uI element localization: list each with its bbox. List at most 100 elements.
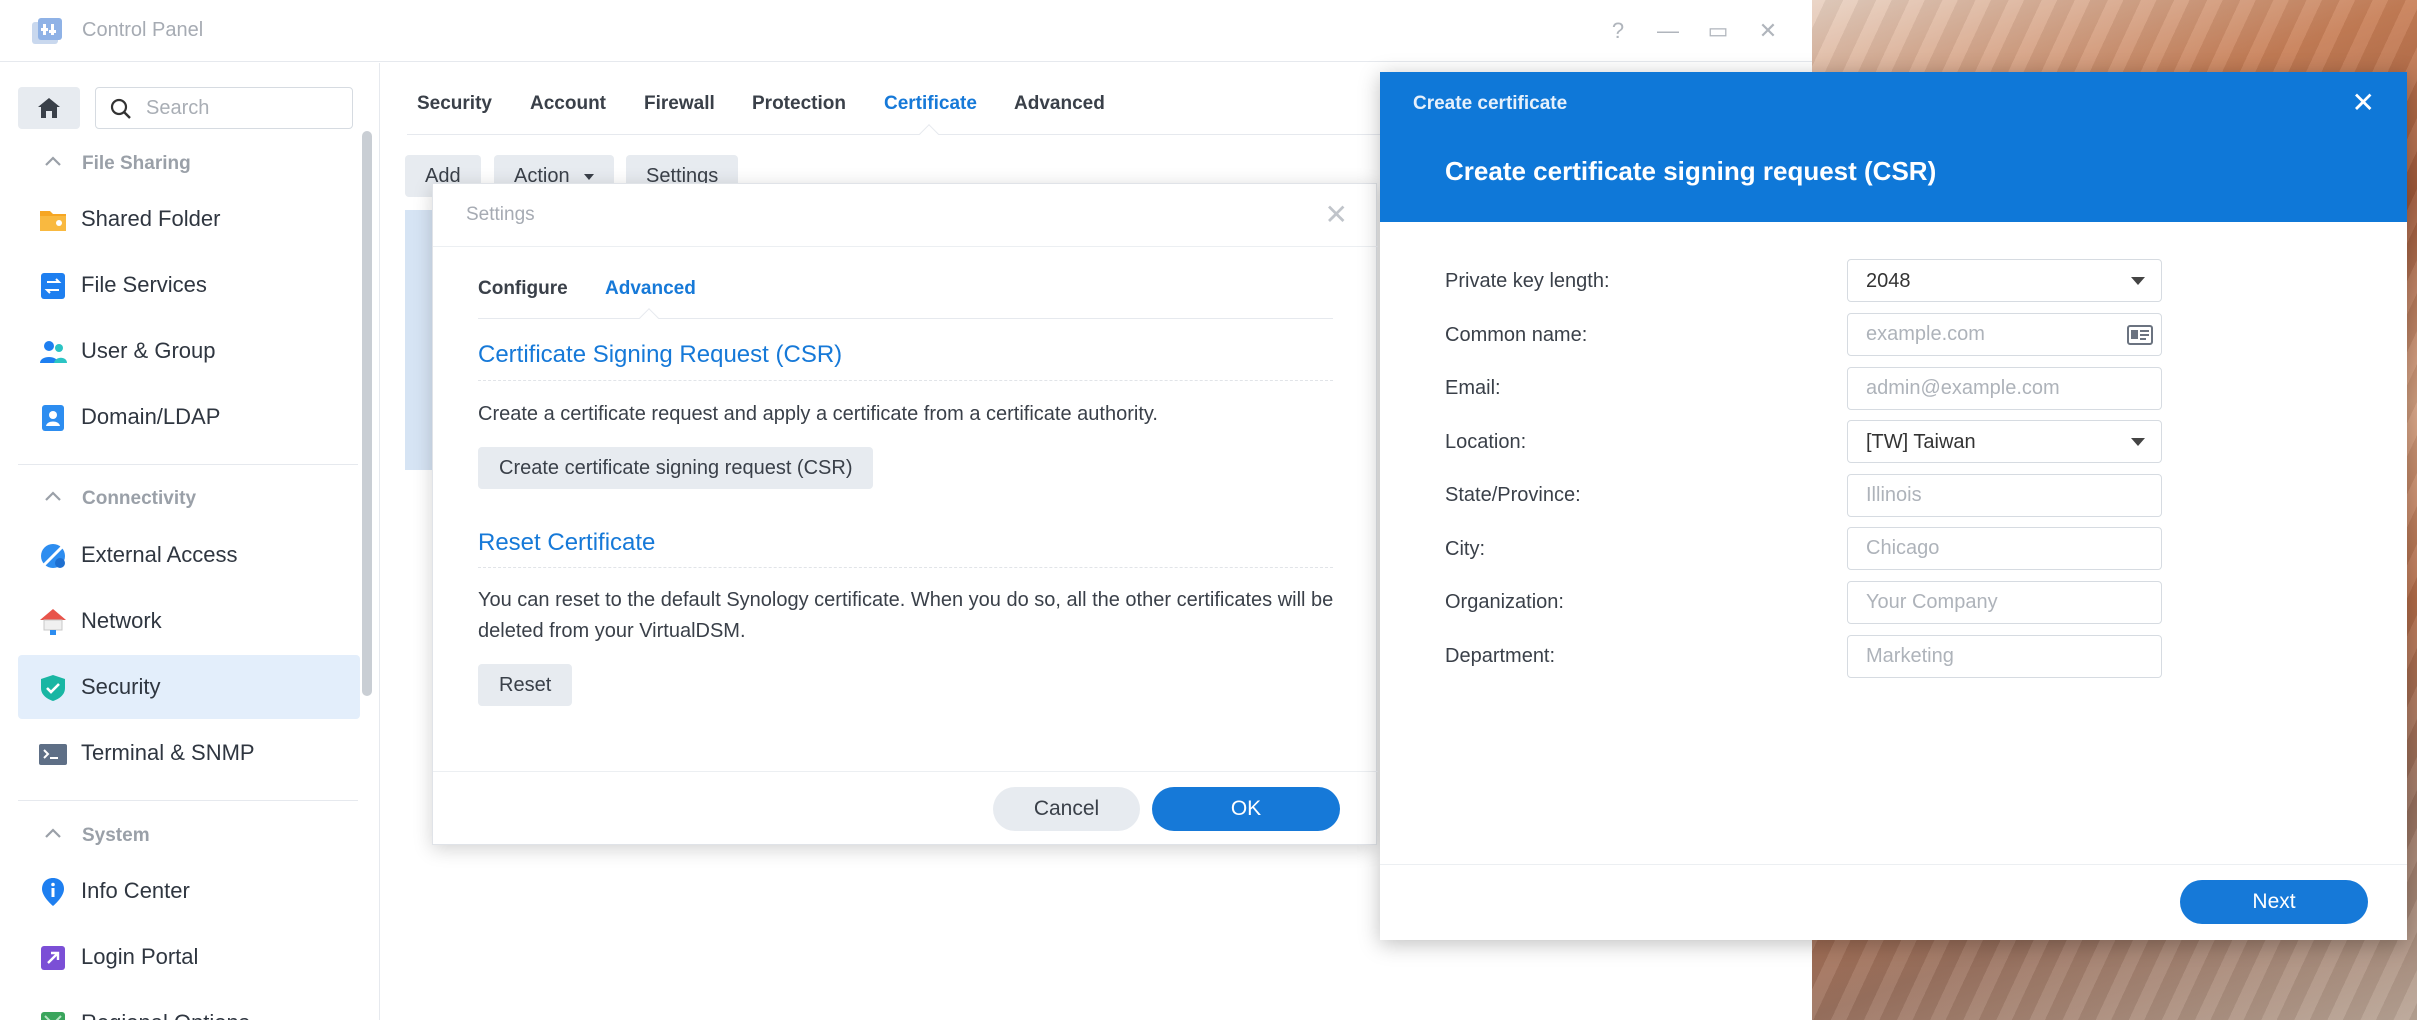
city-field bbox=[1847, 527, 2162, 570]
section-divider bbox=[478, 380, 1333, 381]
sidebar-item-label: Regional Options bbox=[81, 1010, 250, 1020]
search-icon bbox=[110, 98, 131, 119]
city-input[interactable] bbox=[1848, 528, 2161, 569]
sidebar-item-label: Login Portal bbox=[81, 944, 199, 969]
reset-certificate-heading: Reset Certificate bbox=[478, 529, 656, 556]
tab-configure[interactable]: Configure bbox=[478, 278, 568, 300]
tab-divider bbox=[407, 134, 1387, 135]
search-input[interactable] bbox=[146, 88, 346, 128]
sidebar-item-label: User & Group bbox=[81, 338, 216, 363]
sidebar-item-domain-ldap[interactable]: Domain/LDAP bbox=[18, 385, 360, 449]
cancel-button[interactable]: Cancel bbox=[993, 787, 1140, 831]
close-window-button[interactable]: ✕ bbox=[1753, 16, 1783, 46]
sidebar-item-terminal-snmp[interactable]: Terminal & SNMP bbox=[18, 721, 360, 785]
tab-account[interactable]: Account bbox=[530, 93, 606, 115]
help-button[interactable]: ? bbox=[1603, 16, 1633, 46]
email-input[interactable] bbox=[1848, 368, 2161, 409]
create-csr-button[interactable]: Create certificate signing request (CSR) bbox=[478, 447, 874, 489]
group-label: Connectivity bbox=[82, 488, 197, 509]
section-divider bbox=[478, 567, 1333, 568]
window-titlebar: Control Panel ? — ▭ ✕ bbox=[0, 0, 1812, 62]
tab-advanced[interactable]: Advanced bbox=[1014, 93, 1105, 115]
sidebar-item-shared-folder[interactable]: Shared Folder bbox=[18, 187, 360, 251]
dialog-divider bbox=[433, 246, 1378, 247]
sidebar-item-label: Shared Folder bbox=[81, 206, 221, 231]
sidebar-item-info-center[interactable]: Info Center bbox=[18, 859, 360, 923]
tab-protection[interactable]: Protection bbox=[752, 93, 846, 115]
location-label: Location: bbox=[1445, 431, 1527, 453]
csr-heading: Certificate Signing Request (CSR) bbox=[478, 341, 843, 368]
reset-button[interactable]: Reset bbox=[478, 664, 573, 706]
state-label: State/Province: bbox=[1445, 484, 1581, 506]
key-length-value: 2048 bbox=[1866, 270, 1911, 292]
email-label: Email: bbox=[1445, 377, 1501, 399]
settings-dialog-title: Settings bbox=[466, 204, 535, 225]
location-select[interactable]: [TW] Taiwan bbox=[1847, 420, 2162, 463]
control-panel-logo-icon bbox=[32, 18, 62, 44]
organization-input[interactable] bbox=[1848, 582, 2161, 623]
key-length-label: Private key length: bbox=[1445, 270, 1610, 292]
home-icon bbox=[38, 98, 60, 118]
group-label: File Sharing bbox=[82, 153, 191, 174]
sidebar-divider bbox=[18, 464, 358, 465]
csr-wizard-heading: Create certificate signing request (CSR) bbox=[1445, 156, 1937, 186]
sidebar-item-label: Terminal & SNMP bbox=[81, 740, 255, 765]
contact-card-icon[interactable] bbox=[2127, 324, 2153, 346]
common-name-label: Common name: bbox=[1445, 324, 1588, 346]
sidebar-item-file-services[interactable]: File Services bbox=[18, 253, 360, 317]
tab-security[interactable]: Security bbox=[417, 93, 492, 115]
certificate-list-background bbox=[405, 210, 435, 470]
sidebar-item-user-group[interactable]: User & Group bbox=[18, 319, 360, 383]
common-name-input[interactable] bbox=[1848, 314, 2161, 355]
search-box[interactable] bbox=[95, 87, 353, 129]
sidebar-item-security[interactable]: Security bbox=[18, 655, 360, 719]
user-group-icon bbox=[40, 341, 67, 363]
ok-button[interactable]: OK bbox=[1152, 787, 1340, 831]
close-icon[interactable]: ✕ bbox=[2352, 86, 2375, 119]
dialog-header: Create certificate ✕ Create certificate … bbox=[1380, 72, 2407, 222]
tab-firewall[interactable]: Firewall bbox=[644, 93, 715, 115]
create-certificate-title: Create certificate bbox=[1413, 93, 1568, 114]
sidebar-item-login-portal[interactable]: Login Portal bbox=[18, 925, 360, 989]
reset-description: You can reset to the default Synology ce… bbox=[478, 589, 1334, 642]
dialog-footer-divider bbox=[1380, 864, 2407, 865]
sidebar-item-regional-options[interactable]: Regional Options bbox=[18, 991, 360, 1020]
chevron-up-icon bbox=[45, 491, 61, 501]
sidebar-item-label: Network bbox=[81, 608, 162, 633]
dialog-tab-divider bbox=[478, 318, 1333, 319]
group-file-sharing[interactable]: File Sharing bbox=[18, 143, 358, 183]
sidebar-scrollbar[interactable] bbox=[362, 131, 372, 696]
maximize-button[interactable]: ▭ bbox=[1703, 16, 1733, 46]
home-button[interactable] bbox=[18, 87, 80, 129]
info-center-icon bbox=[42, 878, 64, 906]
csr-description: Create a certificate request and apply a… bbox=[478, 403, 1158, 425]
group-label: System bbox=[82, 825, 150, 846]
group-connectivity[interactable]: Connectivity bbox=[18, 478, 358, 518]
minimize-button[interactable]: — bbox=[1653, 16, 1683, 46]
key-length-select[interactable]: 2048 bbox=[1847, 259, 2162, 302]
file-services-icon bbox=[41, 273, 65, 299]
sidebar-item-external-access[interactable]: External Access bbox=[18, 523, 360, 587]
state-input[interactable] bbox=[1848, 475, 2161, 516]
dialog-footer-divider bbox=[433, 771, 1378, 772]
settings-close-icon[interactable]: ✕ bbox=[1325, 198, 1348, 231]
department-input[interactable] bbox=[1848, 636, 2161, 677]
next-button[interactable]: Next bbox=[2180, 880, 2368, 924]
active-tab-indicator bbox=[639, 308, 659, 328]
sidebar-item-label: File Services bbox=[81, 272, 207, 297]
domain-ldap-icon bbox=[42, 405, 64, 431]
location-value: [TW] Taiwan bbox=[1866, 431, 1976, 453]
security-shield-icon bbox=[41, 675, 65, 701]
common-name-field bbox=[1847, 313, 2162, 356]
city-label: City: bbox=[1445, 538, 1485, 560]
tab-advanced-settings[interactable]: Advanced bbox=[605, 278, 696, 300]
sidebar-item-network[interactable]: Network bbox=[18, 589, 360, 653]
shared-folder-icon bbox=[40, 211, 66, 231]
tab-certificate[interactable]: Certificate bbox=[884, 93, 977, 115]
sidebar-item-label: Domain/LDAP bbox=[81, 404, 221, 429]
organization-label: Organization: bbox=[1445, 591, 1564, 613]
group-system[interactable]: System bbox=[18, 815, 358, 855]
terminal-icon bbox=[39, 744, 67, 765]
chevron-up-icon bbox=[45, 156, 61, 166]
create-certificate-dialog: Create certificate ✕ Create certificate … bbox=[1380, 72, 2407, 940]
